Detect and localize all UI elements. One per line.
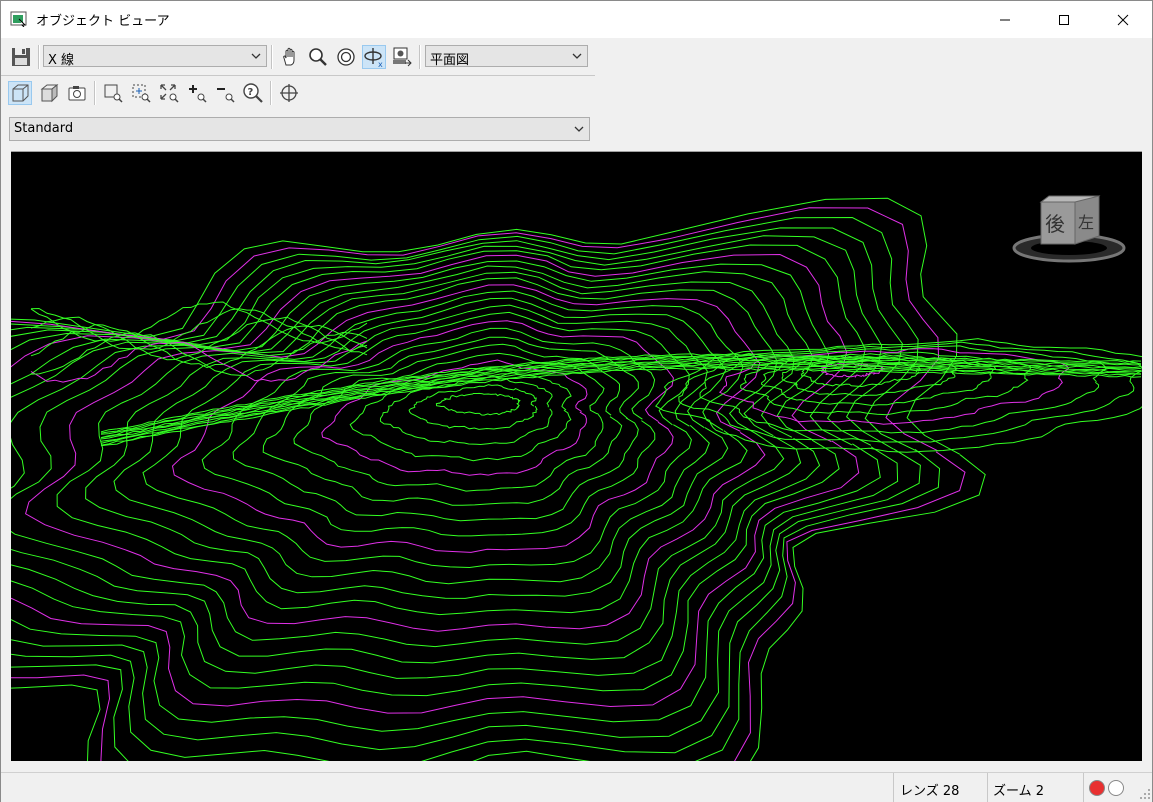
save-icon: [12, 48, 30, 66]
svg-text:x: x: [378, 60, 383, 68]
zoom-window-icon: [104, 84, 123, 103]
object-viewer-app-icon: [10, 11, 27, 27]
status-lens-cell: レンズ 28: [893, 773, 988, 802]
visual-style-value: Standard: [14, 121, 74, 136]
close-icon: [1117, 14, 1129, 25]
shaded-view-button[interactable]: [37, 81, 61, 105]
contour-line: [11, 227, 921, 761]
toolbar-separator: [270, 81, 272, 105]
save-button[interactable]: [9, 45, 33, 69]
view-select[interactable]: 平面図: [425, 45, 588, 68]
resize-grip-icon[interactable]: [1139, 788, 1151, 800]
chevron-down-icon: [572, 53, 582, 59]
zoom-question-icon: ?: [243, 83, 263, 103]
contour-line: [379, 375, 553, 446]
zoom-in-button[interactable]: [185, 81, 209, 105]
view-select-value: 平面図: [430, 53, 470, 68]
contour-line: [11, 260, 840, 697]
orbit-button[interactable]: [334, 45, 358, 69]
view-cube[interactable]: 後 左: [1011, 192, 1131, 268]
camera-export-button[interactable]: [390, 45, 414, 69]
maximize-button[interactable]: [1035, 1, 1093, 38]
contour-line: [11, 235, 899, 751]
status-bar: レンズ 28 ズーム 2: [1, 772, 1152, 802]
status-zoom-cell: ズーム 2: [987, 773, 1084, 802]
zoom-extents-button[interactable]: [157, 81, 181, 105]
camera-arrow-icon: [393, 47, 412, 67]
center-target-button[interactable]: [277, 81, 301, 105]
crosshair-icon: [280, 84, 298, 102]
3d-viewport[interactable]: 後 左: [11, 151, 1142, 761]
orbit-x-axis-icon: x: [364, 48, 383, 68]
snapshot-button[interactable]: [65, 81, 89, 105]
toolbar-separator: [419, 45, 421, 69]
shaded-cube-icon: [40, 83, 59, 103]
object-viewer-window: オブジェクト ビューア X 線 x 平面図 ? Standard 後 左 レンズ…: [0, 0, 1153, 802]
indicator-group: [1089, 780, 1124, 796]
zoom-out-icon: [217, 88, 235, 103]
zoom-selection-icon: [132, 84, 151, 103]
title-bar: オブジェクト ビューア: [1, 1, 1152, 38]
contour-line: [30, 316, 368, 361]
magnifier-icon: [309, 48, 327, 66]
toolbar-row-1: X 線 x 平面図: [1, 39, 595, 76]
status-zoom: ズーム 2: [993, 784, 1045, 799]
view-cube-left-label: 左: [1078, 213, 1094, 232]
contour-line: [11, 197, 986, 761]
contour-line: [678, 341, 1142, 443]
close-button[interactable]: [1094, 1, 1152, 38]
contour-line: [11, 271, 802, 664]
window-title: オブジェクト ビューア: [36, 14, 170, 29]
zoom-out-button[interactable]: [213, 81, 237, 105]
zoom-extents-icon: [160, 84, 179, 103]
layer-select-value: X 線: [48, 53, 75, 68]
pan-hand-icon: [283, 47, 295, 66]
status-indicator-off: [1108, 780, 1124, 796]
visual-style-select[interactable]: Standard: [9, 117, 590, 141]
view-cube-back-label: 後: [1045, 212, 1065, 236]
status-indicators: [1083, 773, 1153, 802]
layer-select[interactable]: X 線: [43, 45, 267, 68]
status-indicator-on: [1089, 780, 1105, 796]
svg-text:?: ?: [248, 87, 254, 98]
pan-button[interactable]: [278, 45, 302, 69]
orbit-x-button[interactable]: x: [362, 45, 386, 69]
contour-line: [435, 392, 521, 416]
camera-icon: [68, 86, 86, 101]
wireframe-cube-icon: [12, 84, 29, 102]
contour-line: [30, 301, 368, 344]
zoom-help-button[interactable]: ?: [241, 81, 265, 105]
minimize-button[interactable]: [976, 1, 1034, 38]
zoom-window-button[interactable]: [101, 81, 125, 105]
contour-line: [11, 216, 941, 761]
toolbar-separator: [271, 45, 273, 69]
zoom-button[interactable]: [306, 45, 330, 69]
zoom-selection-button[interactable]: [129, 81, 153, 105]
status-lens: レンズ 28: [900, 784, 960, 799]
chevron-down-icon: [251, 53, 261, 59]
orbit-icon: [337, 48, 355, 66]
toolbar-row-2: ?: [1, 77, 595, 113]
maximize-icon: [1059, 14, 1069, 25]
toolbar-separator: [94, 81, 96, 105]
toolbar-separator: [38, 45, 40, 69]
wireframe-view-button[interactable]: [8, 81, 32, 105]
chevron-down-icon: [574, 126, 584, 132]
contour-map-canvas[interactable]: [11, 152, 1142, 761]
zoom-in-icon: [189, 85, 207, 103]
minimize-icon: [1000, 19, 1010, 20]
